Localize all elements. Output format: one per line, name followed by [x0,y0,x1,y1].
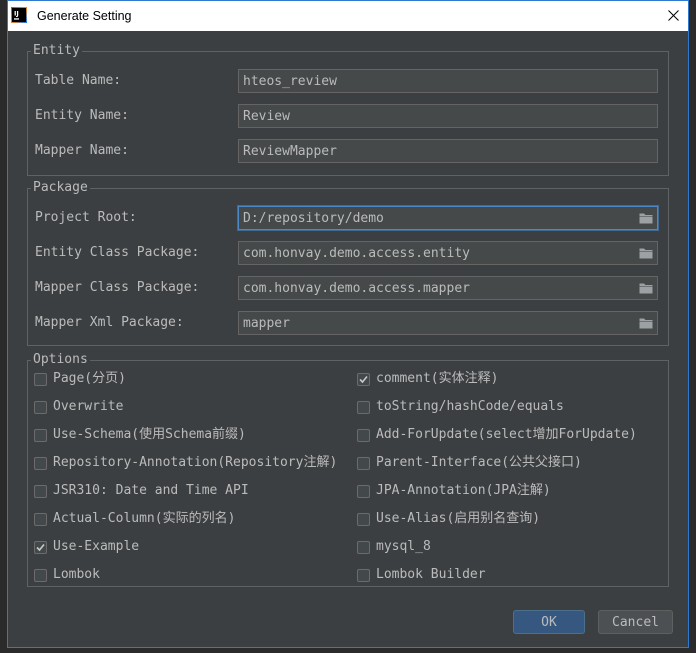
checkbox[interactable] [34,456,47,470]
option-label: Page(分页) [53,371,126,386]
checkbox[interactable] [34,484,47,498]
checkbox[interactable] [357,512,370,526]
option-use-schema[interactable]: Use-Schema(使用Schema前缀) [34,427,246,443]
option-add-forupdate[interactable]: Add-ForUpdate(select增加ForUpdate) [357,427,637,443]
option-page[interactable]: Page(分页) [34,371,126,387]
folder-icon[interactable] [639,282,653,294]
project-root-input[interactable] [238,206,658,230]
option-tostring-hashcode-equals[interactable]: toString/hashCode/equals [357,399,564,415]
folder-icon[interactable] [639,247,653,259]
option-label: Actual-Column(实际的列名) [53,511,236,526]
option-comment[interactable]: comment(实体注释) [357,371,498,387]
option-label: Overwrite [53,399,124,414]
checkbox[interactable] [34,372,47,386]
option-label: Lombok Builder [376,567,486,582]
option-actual-column[interactable]: Actual-Column(实际的列名) [34,511,235,527]
folder-icon[interactable] [639,317,653,329]
mapper-xml-package-label: Mapper Xml Package: [35,315,184,330]
folder-icon[interactable] [639,212,653,224]
entity-name-label: Entity Name: [35,108,129,123]
option-lombok-builder[interactable]: Lombok Builder [357,567,486,583]
close-button[interactable] [658,1,688,30]
checkbox[interactable] [34,540,47,554]
entity-group-title: Entity [31,43,82,59]
option-mysql-8[interactable]: mysql_8 [357,539,431,555]
options-group-title: Options [31,352,90,368]
mapper-name-input[interactable] [238,139,658,163]
option-use-alias[interactable]: Use-Alias(启用别名查询) [357,511,540,527]
checkmark-icon [36,543,45,551]
checkbox[interactable] [357,428,370,442]
checkbox[interactable] [357,484,370,498]
checkbox[interactable] [357,568,370,582]
option-label: toString/hashCode/equals [376,399,564,414]
checkbox[interactable] [34,400,47,414]
option-jpa-annotation[interactable]: JPA-Annotation(JPA注解) [357,483,551,499]
logo-lettering: IJ [14,10,19,18]
option-use-example[interactable]: Use-Example [34,539,139,555]
option-label: Repository-Annotation(Repository注解) [53,455,338,470]
option-overwrite[interactable]: Overwrite [34,399,123,415]
option-label: Lombok [53,567,100,582]
option-parent-interface[interactable]: Parent-Interface(公共父接口) [357,455,582,471]
checkbox[interactable] [357,400,370,414]
ok-button[interactable]: OK [513,610,585,634]
option-label: JSR310: Date and Time API [53,483,249,498]
generate-setting-dialog: IJ Generate Setting Entity Table Name: E… [7,0,689,648]
mapper-class-package-label: Mapper Class Package: [35,280,200,295]
entity-name-input[interactable] [238,104,658,128]
option-label: mysql_8 [376,539,431,554]
title-bar[interactable]: IJ Generate Setting [7,0,689,31]
checkmark-icon [359,375,368,383]
mapper-xml-package-input[interactable] [238,311,658,335]
cancel-button[interactable]: Cancel [598,610,673,634]
package-group-title: Package [31,180,90,196]
window-title: Generate Setting [37,9,132,23]
mapper-class-package-input[interactable] [238,276,658,300]
option-lombok[interactable]: Lombok [34,567,100,583]
table-name-label: Table Name: [35,73,122,88]
entity-class-package-input[interactable] [238,241,658,265]
checkbox[interactable] [34,428,47,442]
close-icon [667,10,679,21]
option-repository-annotation[interactable]: Repository-Annotation(Repository注解) [34,455,337,471]
option-jsr310[interactable]: JSR310: Date and Time API [34,483,249,499]
checkbox[interactable] [34,568,47,582]
entity-class-package-label: Entity Class Package: [35,245,200,260]
option-label: Add-ForUpdate(select增加ForUpdate) [376,427,637,442]
intellij-logo-icon: IJ [11,7,27,23]
checkbox[interactable] [357,540,370,554]
option-label: Parent-Interface(公共父接口) [376,455,582,470]
mapper-name-label: Mapper Name: [35,143,129,158]
table-name-input[interactable] [238,69,658,93]
checkbox[interactable] [357,456,370,470]
project-root-label: Project Root: [35,210,137,225]
checkbox[interactable] [357,372,370,386]
option-label: JPA-Annotation(JPA注解) [376,483,551,498]
option-label: Use-Alias(启用别名查询) [376,511,541,526]
checkbox[interactable] [34,512,47,526]
option-label: Use-Schema(使用Schema前缀) [53,427,246,442]
option-label: Use-Example [53,539,140,554]
option-label: comment(实体注释) [376,371,499,386]
